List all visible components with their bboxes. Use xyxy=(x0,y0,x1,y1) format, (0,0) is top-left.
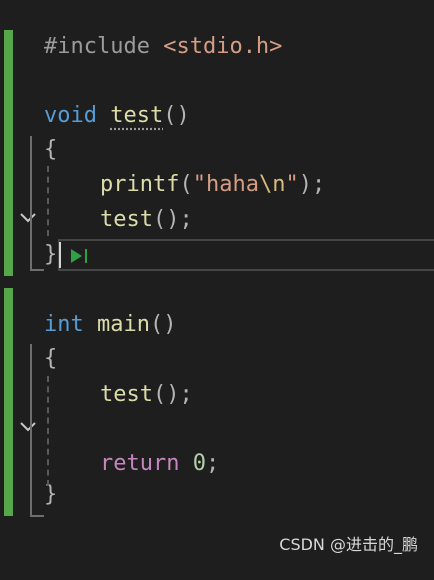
code-line-4[interactable]: { xyxy=(0,133,57,167)
code-line-11[interactable]: test(); xyxy=(0,378,193,412)
escape-sequence: \n xyxy=(258,172,286,197)
close-brace: } xyxy=(44,482,58,507)
parens: () xyxy=(149,312,177,337)
open-brace: { xyxy=(44,137,58,162)
string-literal: "haha xyxy=(192,172,259,197)
function-name-test: test xyxy=(110,103,164,128)
close-paren-semicolon: ); xyxy=(298,172,326,197)
function-name-main: main xyxy=(97,312,150,337)
code-line-1[interactable]: #include <stdio.h> xyxy=(0,30,282,64)
string-close-quote: " xyxy=(285,172,299,197)
text-caret xyxy=(59,242,61,268)
semicolon: ; xyxy=(205,451,220,476)
keyword-void: void xyxy=(44,103,97,128)
code-line-3[interactable]: void test() xyxy=(0,99,190,223)
open-brace: { xyxy=(44,346,58,371)
code-editor[interactable]: #include <stdio.h> void test() { printf(… xyxy=(0,0,434,564)
outline-guide-test xyxy=(30,136,32,270)
run-to-click-icon[interactable] xyxy=(69,246,91,266)
function-call-test: test xyxy=(100,382,153,407)
outline-guide-main xyxy=(30,344,32,516)
include-directive: #include xyxy=(44,34,150,59)
code-line-7[interactable]: } xyxy=(0,238,57,272)
function-call-test: test xyxy=(100,207,153,232)
open-paren: ( xyxy=(179,172,193,197)
code-line-13[interactable]: return 0; xyxy=(0,447,219,481)
code-line-10[interactable]: { xyxy=(0,342,57,376)
indent-guide-main xyxy=(47,376,49,486)
csdn-watermark: CSDN @进击的_鹏 xyxy=(279,535,418,554)
parens: () xyxy=(163,103,190,128)
return-value: 0 xyxy=(192,451,206,476)
keyword-return: return xyxy=(100,451,180,476)
indent-guide-test xyxy=(47,166,49,236)
current-line-highlight xyxy=(58,239,434,271)
keyword-int: int xyxy=(44,312,84,337)
code-line-9[interactable]: int main() xyxy=(0,308,176,432)
code-line-14[interactable]: } xyxy=(0,478,57,512)
outline-guide-main-end xyxy=(30,515,44,517)
close-brace: } xyxy=(44,242,58,267)
include-header: <stdio.h> xyxy=(163,34,283,59)
function-printf: printf xyxy=(100,172,180,197)
code-line-5[interactable]: printf("haha\n"); xyxy=(0,168,325,202)
code-line-6[interactable]: test(); xyxy=(0,203,193,237)
call-parens: (); xyxy=(152,382,193,407)
call-parens: (); xyxy=(152,207,193,232)
outline-guide-test-end xyxy=(30,269,44,271)
